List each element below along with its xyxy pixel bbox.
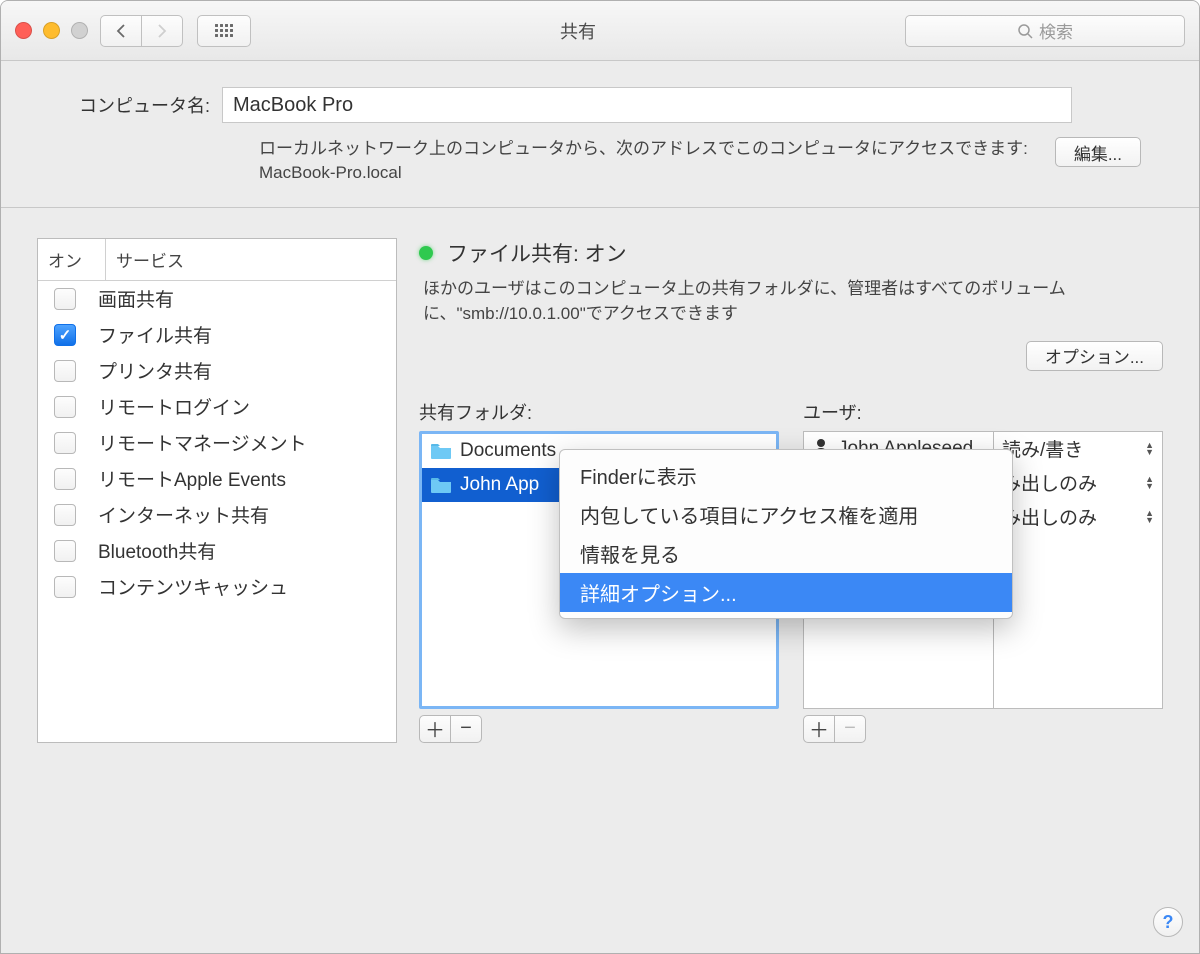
context-menu-item[interactable]: 情報を見る — [560, 534, 1012, 573]
service-label: 画面共有 — [98, 285, 174, 312]
sharing-prefs-window: 共有 検索 コンピュータ名: ローカルネットワーク上のコンピュータから、次のアド… — [0, 0, 1200, 954]
service-checkbox[interactable] — [54, 540, 76, 562]
permission-label: み出しのみ — [1002, 469, 1097, 496]
service-label: リモートマネージメント — [98, 429, 307, 456]
forward-button — [141, 15, 183, 47]
service-checkbox[interactable] — [54, 576, 76, 598]
service-label: インターネット共有 — [98, 501, 269, 528]
computer-name-input[interactable] — [222, 87, 1072, 123]
titlebar: 共有 検索 — [1, 1, 1199, 61]
search-field[interactable]: 検索 — [905, 15, 1185, 47]
status-indicator-icon — [419, 246, 433, 260]
minimize-icon[interactable] — [43, 22, 60, 39]
nav-buttons — [100, 15, 183, 47]
service-row[interactable]: インターネット共有 — [38, 497, 396, 533]
status-desc: ほかのユーザはこのコンピュータ上の共有フォルダに、管理者はすべてのボリュームに、… — [423, 276, 1163, 327]
service-label: リモートログイン — [98, 393, 250, 420]
service-checkbox[interactable] — [54, 360, 76, 382]
service-checkbox[interactable] — [54, 504, 76, 526]
traffic-lights — [15, 22, 88, 39]
right-pane: ファイル共有: オン ほかのユーザはこのコンピュータ上の共有フォルダに、管理者は… — [419, 238, 1163, 743]
main-content: オン サービス 画面共有ファイル共有プリンタ共有リモートログインリモートマネージ… — [1, 208, 1199, 773]
help-button[interactable]: ? — [1153, 907, 1183, 937]
users-label: ユーザ: — [803, 399, 1163, 425]
edit-button[interactable]: 編集... — [1055, 137, 1141, 167]
service-label: Bluetooth共有 — [98, 537, 216, 564]
folder-icon — [430, 477, 452, 493]
context-menu-item[interactable]: Finderに表示 — [560, 456, 1012, 495]
folder-name: Documents — [460, 440, 556, 462]
computer-name-section: コンピュータ名: ローカルネットワーク上のコンピュータから、次のアドレスでこのコ… — [1, 61, 1199, 208]
permission-label: み出しのみ — [1002, 503, 1097, 530]
context-menu-item[interactable]: 内包している項目にアクセス権を適用 — [560, 495, 1012, 534]
user-permission[interactable]: み出しのみ ▲▼ — [994, 466, 1162, 500]
service-row[interactable]: ファイル共有 — [38, 317, 396, 353]
options-button[interactable]: オプション... — [1026, 341, 1163, 371]
service-row[interactable]: プリンタ共有 — [38, 353, 396, 389]
context-menu-item[interactable]: 詳細オプション... — [560, 573, 1012, 612]
show-all-button[interactable] — [197, 15, 251, 47]
shared-folders-label: 共有フォルダ: — [419, 399, 779, 425]
service-row[interactable]: リモートログイン — [38, 389, 396, 425]
status-title: ファイル共有: オン — [447, 238, 627, 268]
search-icon — [1017, 23, 1033, 39]
close-icon[interactable] — [15, 22, 32, 39]
service-checkbox[interactable] — [54, 324, 76, 346]
service-label: リモートApple Events — [98, 465, 286, 492]
service-checkbox[interactable] — [54, 468, 76, 490]
computer-name-desc: ローカルネットワーク上のコンピュータから、次のアドレスでこのコンピュータにアクセ… — [259, 137, 1055, 185]
computer-name-label: コンピュータ名: — [79, 92, 210, 118]
permission-label: 読み/書き — [1002, 435, 1083, 462]
service-row[interactable]: リモートマネージメント — [38, 425, 396, 461]
services-head-on: オン — [38, 239, 106, 280]
add-user-button[interactable]: ＋ — [803, 715, 835, 743]
services-list: オン サービス 画面共有ファイル共有プリンタ共有リモートログインリモートマネージ… — [37, 238, 397, 743]
service-checkbox[interactable] — [54, 396, 76, 418]
remove-user-button: − — [834, 715, 866, 743]
stepper-icon[interactable]: ▲▼ — [1145, 476, 1154, 490]
window-title: 共有 — [251, 18, 905, 44]
context-menu[interactable]: Finderに表示内包している項目にアクセス権を適用情報を見る詳細オプション..… — [559, 449, 1013, 619]
stepper-icon[interactable]: ▲▼ — [1145, 442, 1154, 456]
maximize-icon — [71, 22, 88, 39]
remove-folder-button[interactable]: − — [450, 715, 482, 743]
services-head-service: サービス — [106, 239, 194, 280]
add-folder-button[interactable]: ＋ — [419, 715, 451, 743]
back-button[interactable] — [100, 15, 142, 47]
folder-icon — [430, 443, 452, 459]
service-label: ファイル共有 — [98, 321, 212, 348]
service-checkbox[interactable] — [54, 432, 76, 454]
grid-icon — [215, 24, 233, 37]
search-placeholder: 検索 — [1039, 18, 1073, 43]
user-permission[interactable]: 読み/書き ▲▼ — [994, 432, 1162, 466]
service-row[interactable]: リモートApple Events — [38, 461, 396, 497]
service-row[interactable]: コンテンツキャッシュ — [38, 569, 396, 605]
stepper-icon[interactable]: ▲▼ — [1145, 510, 1154, 524]
user-permission[interactable]: み出しのみ ▲▼ — [994, 500, 1162, 534]
service-checkbox[interactable] — [54, 288, 76, 310]
folder-name: John App — [460, 474, 539, 496]
service-label: コンテンツキャッシュ — [98, 573, 288, 600]
service-label: プリンタ共有 — [98, 357, 212, 384]
service-row[interactable]: 画面共有 — [38, 281, 396, 317]
service-row[interactable]: Bluetooth共有 — [38, 533, 396, 569]
